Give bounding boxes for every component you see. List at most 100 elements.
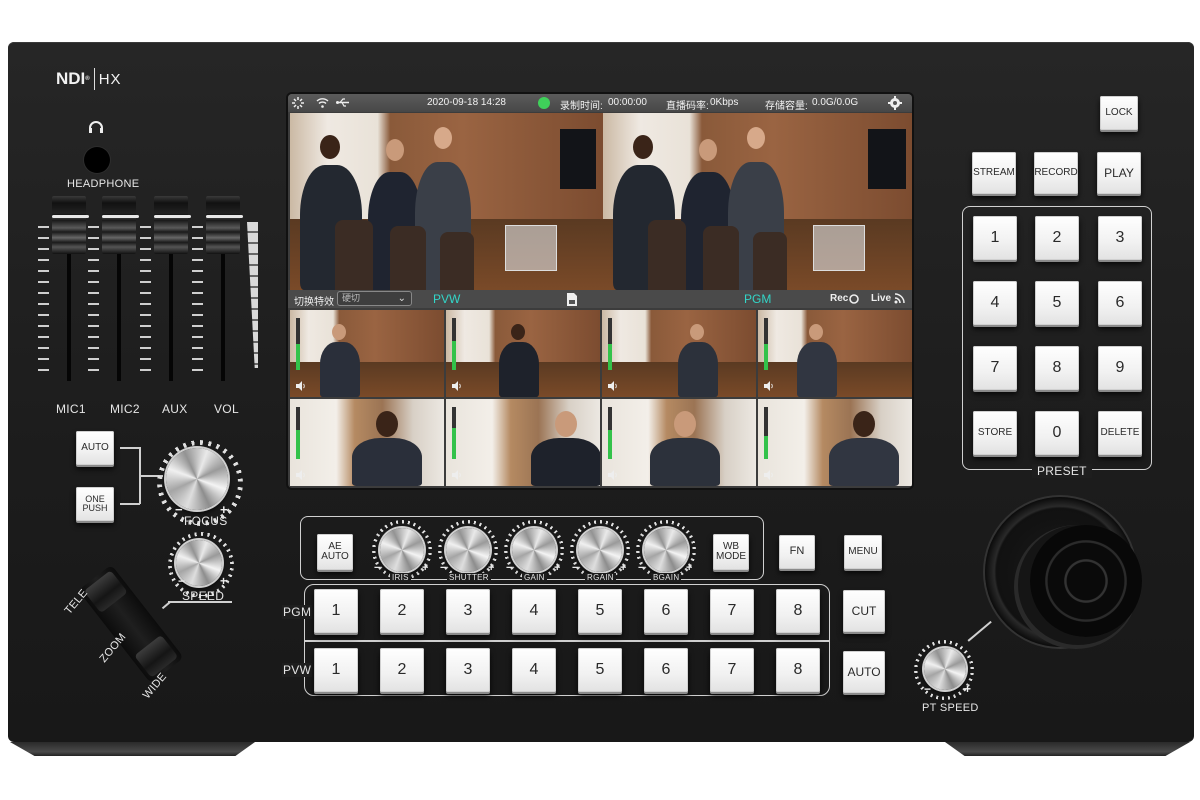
record-icon[interactable] <box>849 294 859 304</box>
multiview-tile-6[interactable] <box>446 399 600 486</box>
preset-key-1[interactable]: 1 <box>973 216 1017 260</box>
bitrate-label: 直播码率: <box>666 101 709 112</box>
focus-one-push-button[interactable]: ONE PUSH <box>76 487 114 521</box>
logo-registered: ® <box>85 76 90 82</box>
knob-minus: − <box>638 562 645 574</box>
pgm-input-2-button[interactable]: 2 <box>380 589 424 633</box>
fader-cap[interactable] <box>102 196 139 254</box>
preview-video-frame <box>290 113 603 290</box>
focus-knob[interactable] <box>166 448 228 510</box>
speaker-icon[interactable] <box>296 381 306 391</box>
rgain-knob[interactable] <box>578 528 622 572</box>
pvw-input-8-button[interactable]: 8 <box>776 648 820 692</box>
preset-key-9[interactable]: 9 <box>1098 346 1142 390</box>
cut-button[interactable]: CUT <box>843 590 885 632</box>
fader-mic1[interactable] <box>38 196 89 384</box>
headphone-label: HEADPHONE <box>67 178 140 190</box>
bgain-knob[interactable] <box>644 528 688 572</box>
pgm-input-1-button[interactable]: 1 <box>314 589 358 633</box>
speaker-icon[interactable] <box>296 470 306 480</box>
gear-icon[interactable] <box>888 96 902 110</box>
speaker-icon[interactable] <box>452 381 462 391</box>
pvw-input-3-button[interactable]: 3 <box>446 648 490 692</box>
preset-key-delete[interactable]: DELETE <box>1098 411 1142 455</box>
menu-button[interactable]: MENU <box>844 535 882 569</box>
speaker-icon[interactable] <box>764 470 774 480</box>
play-button[interactable]: PLAY <box>1097 152 1141 194</box>
chevron-down-icon: ⌄ <box>397 293 406 304</box>
fader-cap[interactable] <box>206 196 243 254</box>
preset-key-0[interactable]: 0 <box>1035 411 1079 455</box>
multiview-tile-8[interactable] <box>758 399 912 486</box>
multiview-video-frame <box>290 399 444 486</box>
preset-key-8[interactable]: 8 <box>1035 346 1079 390</box>
speaker-icon[interactable] <box>452 470 462 480</box>
fader-aux[interactable] <box>140 196 191 384</box>
focus-auto-button[interactable]: AUTO <box>76 431 114 465</box>
touch-screen[interactable]: 2020-09-18 14:28 录制时间: 00:00:00 直播码率: 0K… <box>288 94 912 488</box>
preset-key-store[interactable]: STORE <box>973 411 1017 455</box>
live-broadcast-icon[interactable] <box>894 293 905 304</box>
audio-level-fill <box>764 435 768 459</box>
wb-mode-button[interactable]: WB MODE <box>713 534 749 570</box>
preset-key-5[interactable]: 5 <box>1035 281 1079 325</box>
speaker-icon[interactable] <box>608 381 618 391</box>
pgm-input-4-button[interactable]: 4 <box>512 589 556 633</box>
fader-cap[interactable] <box>154 196 191 254</box>
multiview-tile-4[interactable] <box>758 310 912 397</box>
fader-mic2[interactable] <box>88 196 139 384</box>
shutter-knob[interactable] <box>446 528 490 572</box>
auto-transition-button[interactable]: AUTO <box>843 651 885 693</box>
multiview-tile-3[interactable] <box>602 310 756 397</box>
fader-label-vol: VOL <box>214 402 239 416</box>
pgm-input-7-button[interactable]: 7 <box>710 589 754 633</box>
pvw-bus-label: PVW <box>282 663 313 677</box>
fader-scale <box>192 226 203 376</box>
pvw-input-6-button[interactable]: 6 <box>644 648 688 692</box>
preset-key-6[interactable]: 6 <box>1098 281 1142 325</box>
multiview-video-frame <box>446 310 600 397</box>
fn-button[interactable]: FN <box>779 535 815 569</box>
fader-vol[interactable] <box>192 196 243 384</box>
status-bar: 2020-09-18 14:28 录制时间: 00:00:00 直播码率: 0K… <box>288 94 912 112</box>
preview-monitor[interactable] <box>290 113 603 290</box>
ae-auto-button[interactable]: AE AUTO <box>317 534 353 570</box>
fader-cap[interactable] <box>52 196 89 254</box>
file-icon[interactable] <box>566 292 578 307</box>
audio-level-fill <box>452 427 456 459</box>
transition-effect-select[interactable]: 硬切 ⌄ <box>337 291 412 306</box>
pvw-input-5-button[interactable]: 5 <box>578 648 622 692</box>
program-monitor[interactable] <box>603 113 912 290</box>
record-time-label: 录制时间: <box>560 101 603 112</box>
iris-knob[interactable] <box>380 528 424 572</box>
speaker-icon[interactable] <box>764 381 774 391</box>
gain-knob[interactable] <box>512 528 556 572</box>
screen-control-bar: 切换特效 硬切 ⌄ PVW PGM Rec Live <box>288 290 912 308</box>
preset-key-7[interactable]: 7 <box>973 346 1017 390</box>
lock-button[interactable]: LOCK <box>1100 96 1138 130</box>
stream-button[interactable]: STREAM <box>972 152 1016 194</box>
multiview-tile-7[interactable] <box>602 399 756 486</box>
pgm-input-8-button[interactable]: 8 <box>776 589 820 633</box>
pgm-input-3-button[interactable]: 3 <box>446 589 490 633</box>
multiview-tile-5[interactable] <box>290 399 444 486</box>
pgm-input-5-button[interactable]: 5 <box>578 589 622 633</box>
pgm-input-6-button[interactable]: 6 <box>644 589 688 633</box>
ptz-joystick[interactable] <box>1030 525 1142 637</box>
speed-minus: − <box>178 574 186 588</box>
headphone-jack[interactable] <box>84 147 110 173</box>
speaker-icon[interactable] <box>608 470 618 480</box>
pvw-input-1-button[interactable]: 1 <box>314 648 358 692</box>
multiview-tile-1[interactable] <box>290 310 444 397</box>
audio-level-meter <box>452 407 456 459</box>
multiview-tile-2[interactable] <box>446 310 600 397</box>
pvw-input-2-button[interactable]: 2 <box>380 648 424 692</box>
preset-key-2[interactable]: 2 <box>1035 216 1079 260</box>
preset-key-3[interactable]: 3 <box>1098 216 1142 260</box>
pvw-input-4-button[interactable]: 4 <box>512 648 556 692</box>
record-button[interactable]: RECORD <box>1034 152 1078 194</box>
knob-minus: − <box>440 562 447 574</box>
audio-level-meter <box>608 318 612 370</box>
preset-key-4[interactable]: 4 <box>973 281 1017 325</box>
pvw-input-7-button[interactable]: 7 <box>710 648 754 692</box>
